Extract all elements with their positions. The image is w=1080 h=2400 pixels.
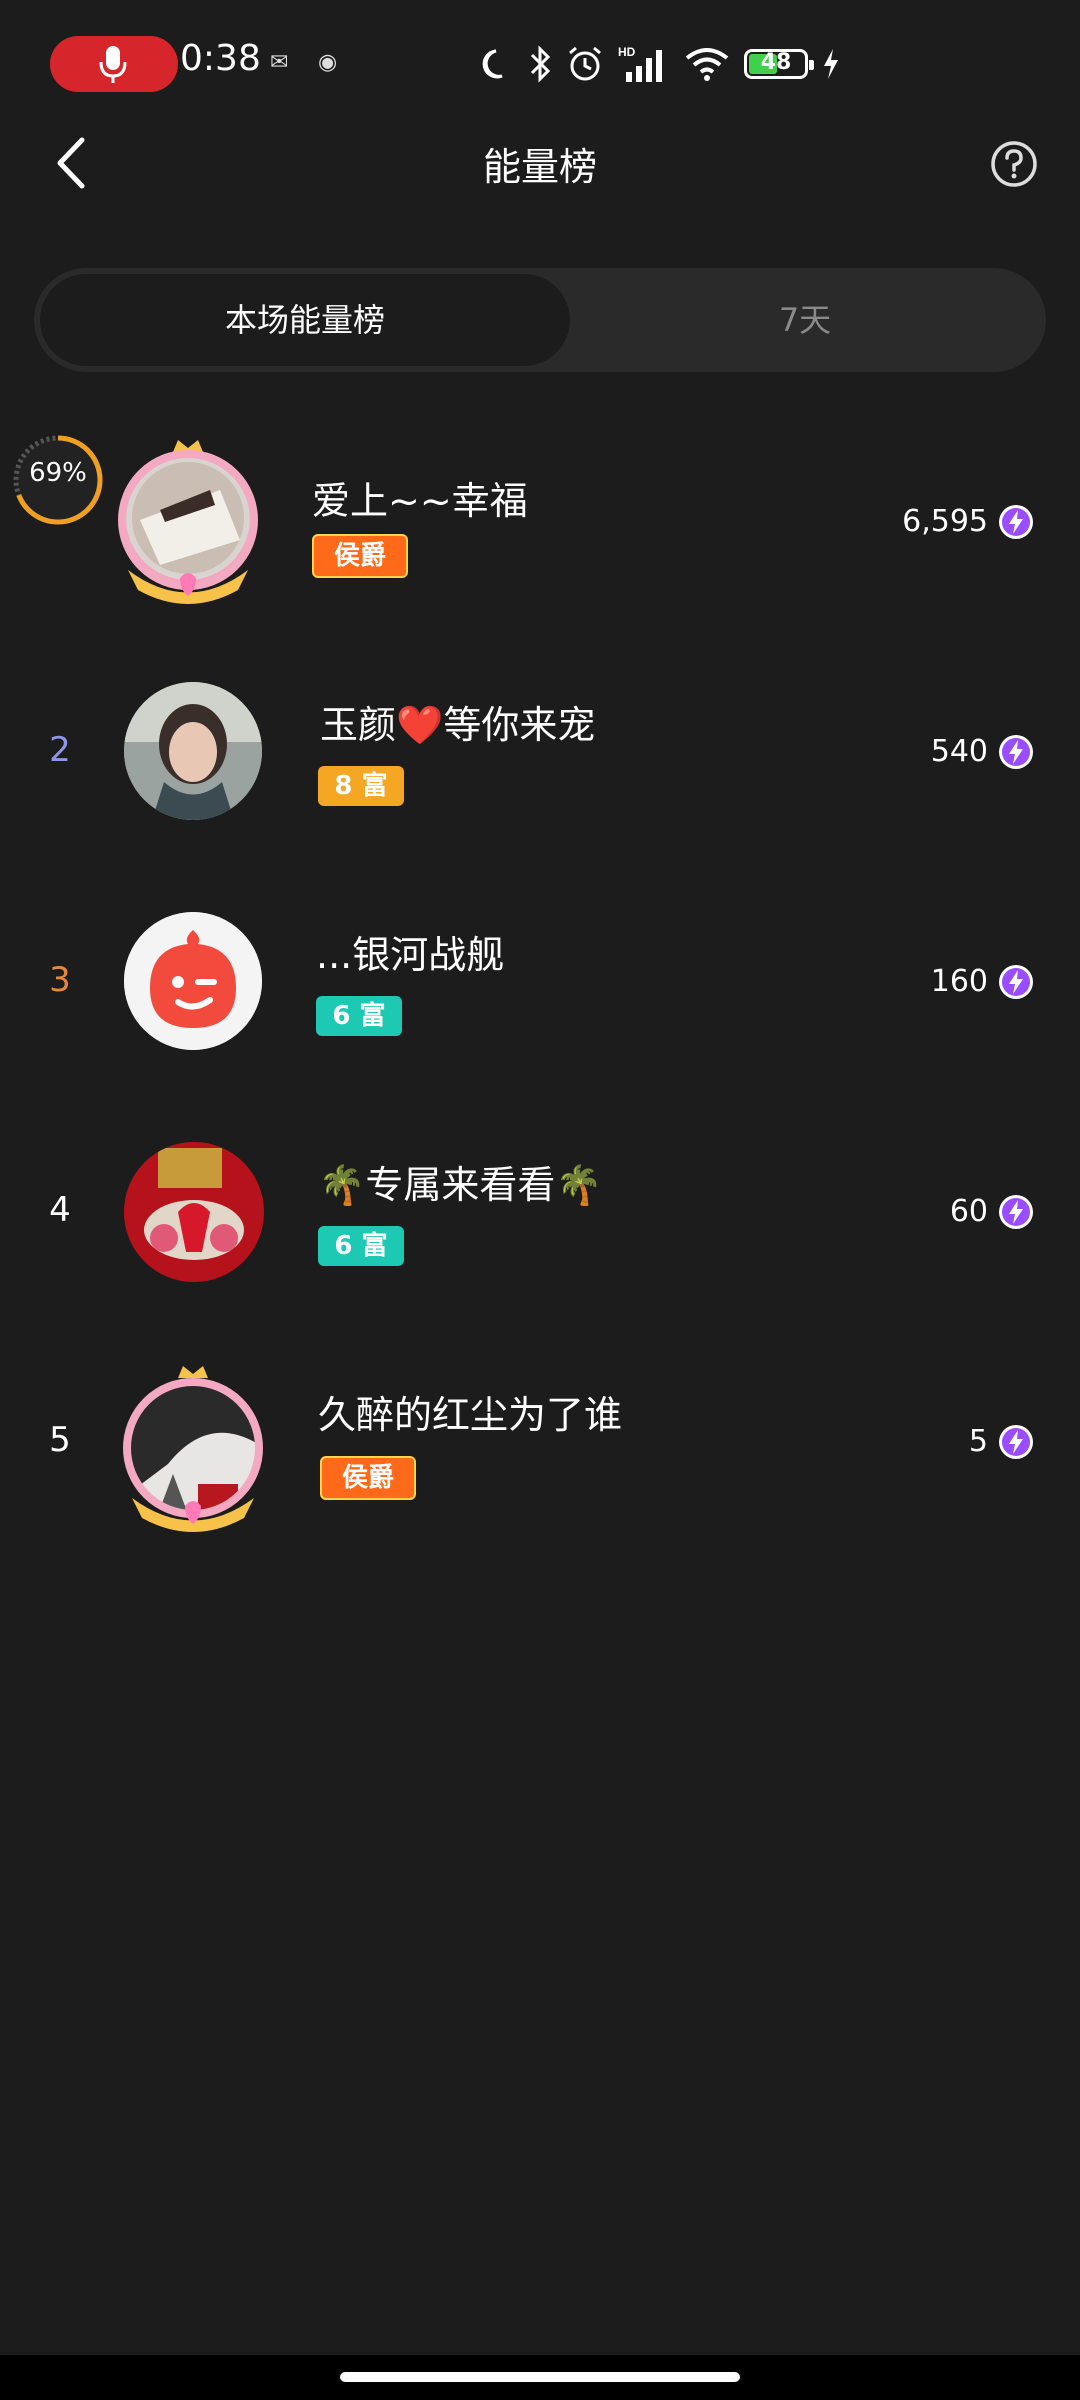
energy-score: 6,595	[902, 504, 988, 539]
list-item[interactable]: 爱上~~幸福 侯爵 6,595	[0, 410, 1080, 640]
energy-score: 60	[949, 1194, 988, 1229]
energy-icon	[999, 965, 1033, 999]
notification-icon: ✉	[270, 50, 289, 75]
rank-number: 3	[49, 960, 71, 1000]
energy-icon	[999, 1195, 1033, 1229]
energy-score: 160	[930, 964, 988, 999]
avatar[interactable]	[124, 1142, 264, 1282]
battery-icon: 48	[744, 49, 814, 79]
bluetooth-icon	[530, 45, 551, 83]
tab-bar: 本场能量榜 7天	[34, 268, 1046, 372]
noble-badge: 侯爵	[312, 534, 408, 578]
energy-score: 5	[968, 1424, 988, 1459]
recording-indicator[interactable]	[50, 36, 178, 92]
help-icon[interactable]	[990, 140, 1038, 188]
charging-icon	[824, 49, 838, 79]
hd-signal-icon: HD	[618, 45, 662, 82]
moon-icon	[482, 49, 503, 79]
user-name[interactable]: ...银河战舰	[316, 924, 504, 979]
svg-text:HD: HD	[618, 45, 636, 59]
energy-score: 540	[930, 734, 988, 769]
avatar[interactable]	[124, 682, 262, 820]
rank-number: 4	[49, 1190, 71, 1230]
status-bar: 0:38 ✉ ◉ HD 48	[0, 0, 1080, 128]
status-icons: HD 48	[478, 36, 840, 92]
energy-icon	[999, 505, 1033, 539]
alarm-icon	[569, 46, 601, 81]
tab-current-session[interactable]: 本场能量榜	[40, 274, 570, 366]
user-name[interactable]: 久醉的红尘为了谁	[318, 1384, 622, 1439]
rank-number: 2	[49, 730, 71, 770]
tab-7-days[interactable]: 7天	[570, 274, 1040, 366]
user-name[interactable]: 🌴专属来看看🌴	[318, 1154, 603, 1209]
app-notification-icon: ◉	[318, 50, 338, 75]
wealth-badge: 8 富	[318, 766, 404, 806]
battery-level: 48	[760, 50, 792, 75]
energy-icon	[999, 1425, 1033, 1459]
wealth-badge: 6 富	[316, 996, 402, 1036]
rank-number: 5	[49, 1420, 71, 1460]
wealth-badge: 6 富	[318, 1226, 404, 1266]
avatar-frame	[118, 440, 258, 604]
list-item[interactable]: 4 🌴专属来看看🌴 6 富 60	[0, 1100, 1080, 1330]
user-name[interactable]: 玉颜❤️等你来宠	[320, 694, 595, 749]
avatar[interactable]	[124, 912, 262, 1050]
home-indicator[interactable]	[340, 2372, 740, 2382]
noble-badge: 侯爵	[320, 1456, 416, 1500]
microphone-icon	[99, 46, 127, 83]
user-name[interactable]: 爱上~~幸福	[312, 470, 528, 525]
list-item[interactable]: 3 ...银河战舰 6 富 160	[0, 870, 1080, 1100]
energy-icon	[999, 735, 1033, 769]
list-item[interactable]: 2 玉颜❤️等你来宠 8 富 540	[0, 640, 1080, 870]
avatar-frame	[123, 1366, 263, 1532]
page-title: 能量榜	[482, 145, 597, 189]
wifi-icon	[685, 48, 729, 81]
clock: 0:38	[180, 38, 261, 79]
list-item[interactable]: 5 久醉的红尘为了谁 侯爵 5	[0, 1330, 1080, 1560]
